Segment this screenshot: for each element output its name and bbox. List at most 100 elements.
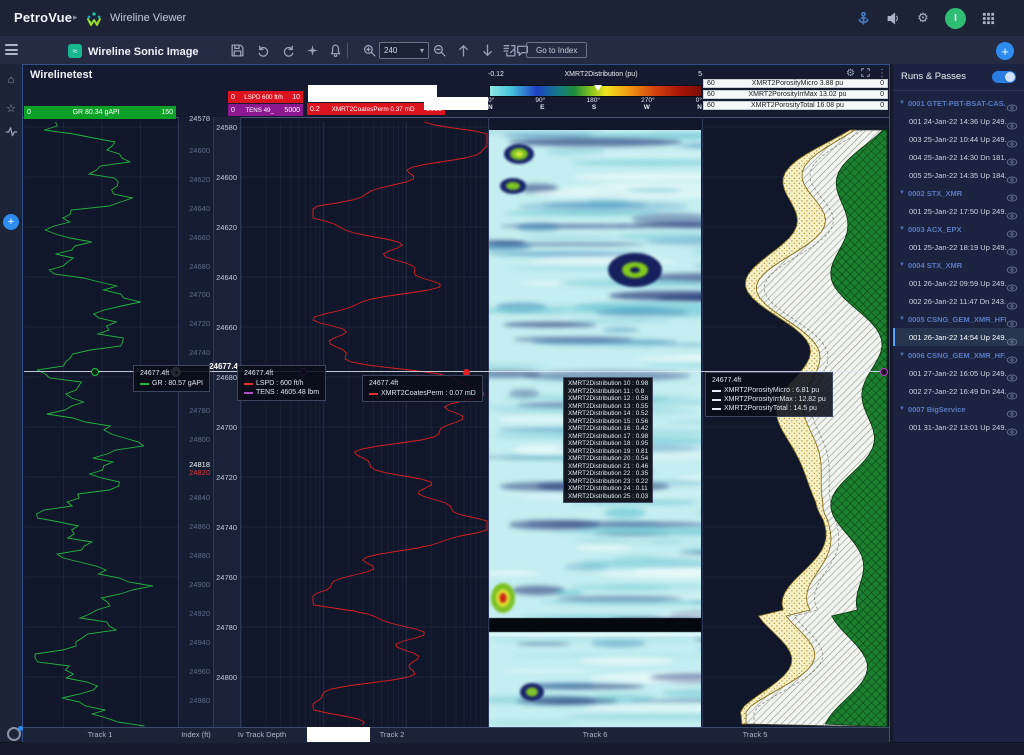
visibility-eye-icon[interactable]	[1006, 333, 1018, 341]
panel-settings-gear-icon[interactable]: ⚙	[846, 68, 855, 79]
run-row[interactable]: ▼ 0004 STX_XMR	[893, 256, 1024, 274]
visibility-eye-icon[interactable]	[1006, 423, 1018, 431]
favorite-star-icon[interactable]: ☆	[0, 102, 22, 115]
collapse-caret-icon[interactable]: ▼	[899, 406, 905, 412]
visibility-eye-icon[interactable]	[1006, 207, 1018, 215]
visibility-eye-icon[interactable]	[1006, 171, 1018, 179]
visibility-eye-icon[interactable]	[1006, 297, 1018, 305]
left-icon-rail: ⌂ ☆ +	[0, 64, 23, 742]
distribution-min: -0.12	[488, 71, 504, 78]
sidebar-title: Runs & Passes	[901, 71, 966, 82]
porosity-max: 0	[880, 91, 884, 98]
scroll-up-icon[interactable]	[456, 43, 471, 58]
depth-label: 24600	[176, 146, 210, 155]
scroll-down-icon[interactable]	[480, 43, 495, 58]
pass-row[interactable]: 003 25-Jan-22 10:44 Up 249...	[893, 130, 1024, 148]
visibility-eye-icon[interactable]	[1006, 225, 1018, 233]
pass-row[interactable]: 001 25-Jan-22 18:19 Up 249...	[893, 238, 1024, 256]
run-row[interactable]: ▼ 0002 STX_XMR	[893, 184, 1024, 202]
depth-label: 24840	[176, 493, 210, 502]
pass-row[interactable]: 001 25-Jan-22 17:50 Up 249...	[893, 202, 1024, 220]
run-row[interactable]: ▼ 0007 BigService	[893, 400, 1024, 418]
pass-label: 001 26-Jan-22 09:59 Up 249...	[909, 279, 1006, 288]
run-group: ▼ 0001 GTET-PBT-BSAT-CAS... 001 24-Jan-2…	[893, 94, 1024, 184]
volume-icon[interactable]	[885, 10, 901, 26]
panel-kebab-menu-icon[interactable]: ⋮	[877, 68, 887, 79]
porosity-scale-bar[interactable]: 60 XMRT2PorosityMicro 3.88 pu 0	[703, 79, 888, 88]
run-row[interactable]: ▼ 0006 CSNG_GEM_XMR_HF...	[893, 346, 1024, 364]
add-view-button[interactable]: +	[996, 42, 1014, 60]
gear-icon[interactable]: ⚙	[915, 10, 931, 26]
distribution-label: XMRT2Distribution (pu)	[565, 71, 638, 78]
visibility-eye-icon[interactable]	[1006, 351, 1018, 359]
go-to-index-button[interactable]: Go to Index	[526, 42, 587, 58]
alerts-bell-icon[interactable]	[328, 43, 343, 58]
split-tool-icon[interactable]	[305, 43, 320, 58]
readout-line: XMRT2PorosityMicro : 6.81 pu	[712, 386, 826, 395]
visibility-eye-icon[interactable]	[1006, 189, 1018, 197]
porosity-scale-bar[interactable]: 60 XMRT2PorosityIrrMax 13.02 pu 0	[703, 90, 888, 99]
pass-row[interactable]: 001 31-Jan-22 13:01 Up 249...	[893, 418, 1024, 436]
zoom-in-icon[interactable]	[362, 43, 377, 58]
pass-row[interactable]: 001 26-Jan-22 09:59 Up 249...	[893, 274, 1024, 292]
visibility-eye-icon[interactable]	[1006, 387, 1018, 395]
pass-row[interactable]: 001 27-Jan-22 16:05 Up 249...	[893, 364, 1024, 382]
pass-row[interactable]: 002 26-Jan-22 11:47 Dn 243...	[893, 292, 1024, 310]
visibility-eye-icon[interactable]	[1006, 279, 1018, 287]
activity-icon[interactable]	[0, 126, 22, 140]
zoom-level-select[interactable]: 240 ▾	[379, 42, 429, 59]
pass-row[interactable]: 002 27-Jan-22 16:49 Dn 244...	[893, 382, 1024, 400]
orientation-degree: 90°	[535, 97, 545, 104]
readout-line: LSPD : 600 ft/h	[244, 379, 319, 388]
zoom-out-icon[interactable]	[432, 43, 447, 58]
preset-caret-icon[interactable]: ▾	[176, 47, 180, 56]
visibility-eye-icon[interactable]	[1006, 99, 1018, 107]
porosity-label: XMRT2PorosityTotal 16.08 pu	[715, 102, 880, 109]
coatesperm-readout: 24677.4ft XMRT2CoatesPerm : 0.07 mD	[362, 375, 483, 402]
collapse-caret-icon[interactable]: ▼	[899, 226, 905, 232]
collapse-caret-icon[interactable]: ▼	[899, 190, 905, 196]
visibility-eye-icon[interactable]	[1006, 117, 1018, 125]
tens-scale-bar[interactable]: 0 TENS 49_ 5000	[228, 104, 303, 116]
rail-add-button[interactable]: +	[3, 214, 19, 230]
depth-label: 24700	[203, 423, 237, 432]
pass-row[interactable]: 004 25-Jan-22 14:30 Dn 181...	[893, 148, 1024, 166]
preset-title[interactable]: Wireline Sonic Image	[88, 46, 199, 58]
pass-list: 001 24-Jan-22 14:36 Up 249... 003 25-Jan…	[893, 112, 1024, 184]
visibility-eye-icon[interactable]	[1006, 135, 1018, 143]
run-row[interactable]: ▼ 0005 CSNG_GEM_XMR_HFBI	[893, 310, 1024, 328]
visibility-eye-icon[interactable]	[1006, 261, 1018, 269]
avatar[interactable]: I	[945, 8, 966, 29]
menu-hamburger-icon[interactable]	[5, 44, 18, 55]
depth-label: 24640	[203, 273, 237, 282]
gr-scale-bar[interactable]: 0 GR 80.34 gAPI 150	[24, 106, 176, 119]
track-strip[interactable]	[23, 117, 889, 728]
redo-button[interactable]	[281, 43, 296, 58]
pass-row[interactable]: 001 26-Jan-22 14:54 Up 249...	[893, 328, 1024, 346]
visibility-eye-icon[interactable]	[1006, 369, 1018, 377]
visibility-eye-icon[interactable]	[1006, 243, 1018, 251]
lspd-scale-bar[interactable]: 0 LSPD 600 ft/h 10	[228, 91, 303, 103]
depth-label: 24800	[203, 673, 237, 682]
visibility-eye-icon[interactable]	[1006, 315, 1018, 323]
pass-label: 002 26-Jan-22 11:47 Dn 243...	[909, 297, 1006, 306]
run-row[interactable]: ▼ 0001 GTET-PBT-BSAT-CAS...	[893, 94, 1024, 112]
save-button[interactable]	[230, 43, 245, 58]
distribution-values-tooltip: XMRT2Distribution 10 : 0.98XMRT2Distribu…	[563, 377, 653, 503]
visibility-eye-icon[interactable]	[1006, 153, 1018, 161]
run-row[interactable]: ▼ 0003 ACX_EPX	[893, 220, 1024, 238]
pass-row[interactable]: 005 25-Jan-22 14:35 Up 184...	[893, 166, 1024, 184]
undo-button[interactable]	[256, 43, 271, 58]
runs-passes-toggle[interactable]	[992, 71, 1016, 83]
pass-row[interactable]: 001 24-Jan-22 14:36 Up 249...	[893, 112, 1024, 130]
column-divider	[488, 117, 489, 742]
collapse-caret-icon[interactable]: ▼	[899, 352, 905, 358]
collapse-caret-icon[interactable]: ▼	[899, 100, 905, 106]
anchor-icon[interactable]	[855, 10, 871, 26]
porosity-scale-bar[interactable]: 60 XMRT2PorosityTotal 16.08 pu 0	[703, 101, 888, 110]
collapse-caret-icon[interactable]: ▼	[899, 316, 905, 322]
apps-grid-icon[interactable]	[980, 10, 996, 26]
collapse-caret-icon[interactable]: ▼	[899, 262, 905, 268]
visibility-eye-icon[interactable]	[1006, 405, 1018, 413]
home-icon[interactable]: ⌂	[0, 74, 22, 86]
